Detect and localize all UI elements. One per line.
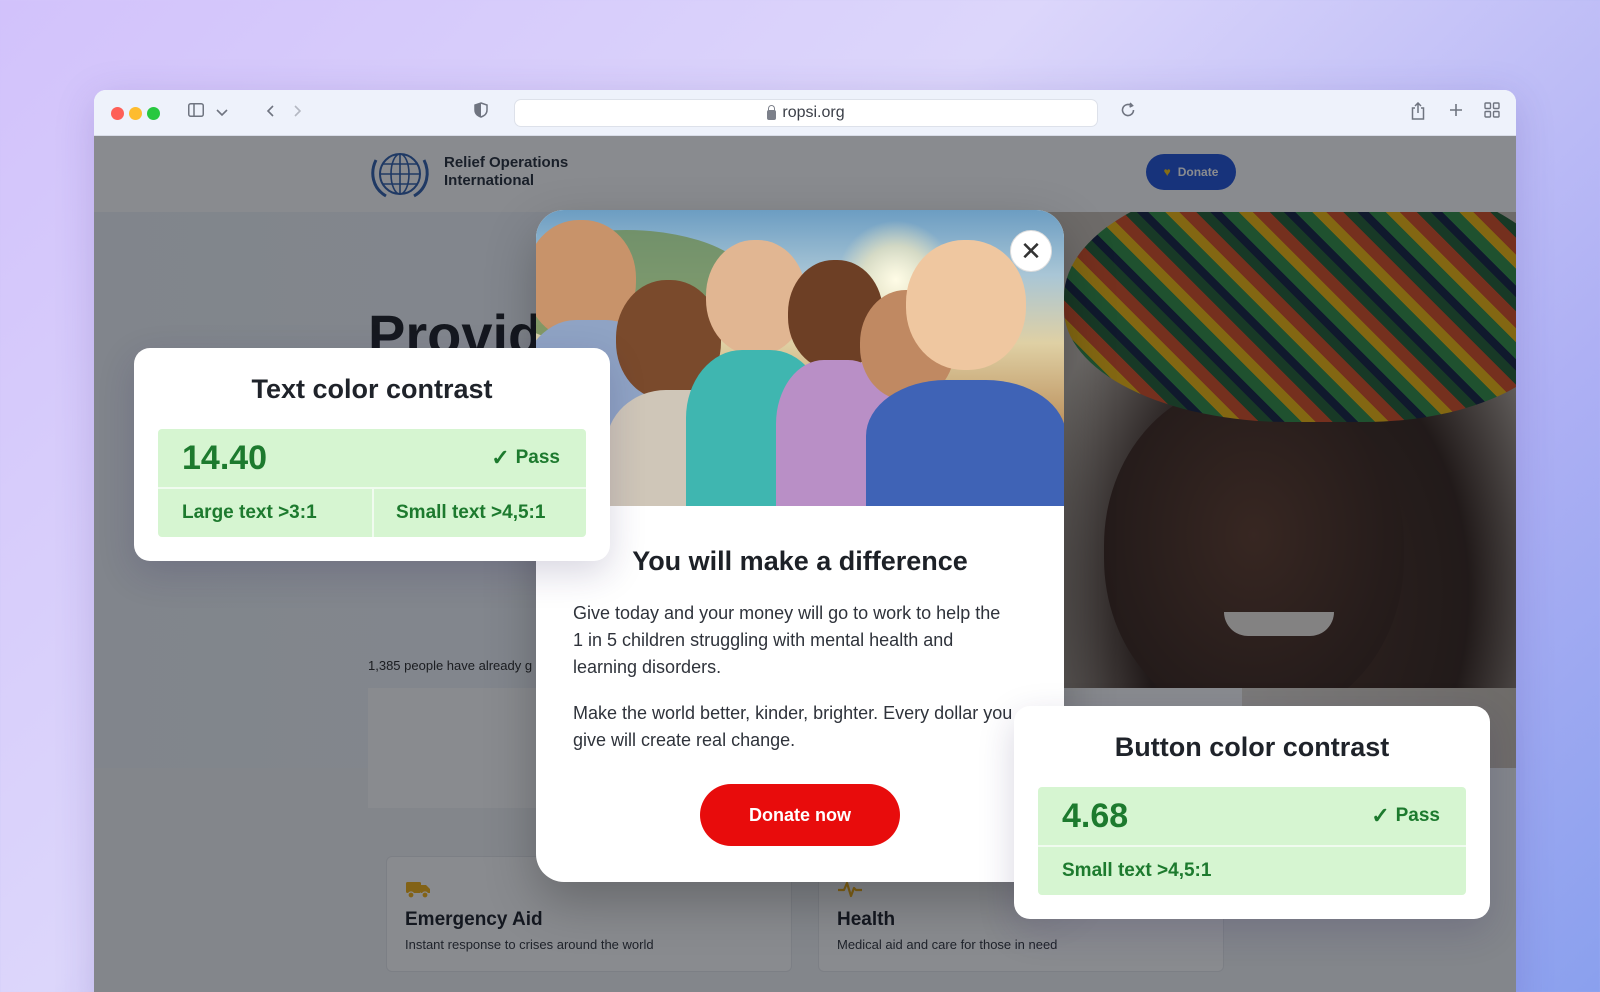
privacy-shield-icon[interactable]: [472, 102, 490, 125]
pass-status: ✓ Pass: [491, 445, 560, 471]
new-tab-icon[interactable]: [1446, 102, 1466, 124]
donate-now-button[interactable]: Donate now: [700, 784, 900, 846]
text-contrast-card: Text color contrast 14.40 ✓ Pass Large t…: [134, 348, 610, 561]
close-icon: ✕: [1020, 236, 1042, 266]
close-modal-button[interactable]: ✕: [1010, 230, 1052, 272]
contrast-ratio: 4.68: [1062, 796, 1129, 835]
reload-icon[interactable]: [1118, 102, 1138, 125]
url-text: ropsi.org: [782, 104, 845, 121]
back-icon[interactable]: [262, 102, 278, 124]
small-text-criterion: Small text >4,5:1: [1062, 860, 1212, 881]
address-bar[interactable]: ropsi.org: [514, 99, 1098, 127]
donate-now-label: Donate now: [749, 804, 851, 825]
checkmark-icon: ✓: [1371, 803, 1390, 828]
share-icon[interactable]: [1408, 101, 1428, 127]
zoom-window-button[interactable]: [147, 107, 160, 120]
button-contrast-result: 4.68 ✓ Pass Small text >4,5:1: [1038, 787, 1466, 895]
button-contrast-card: Button color contrast 4.68 ✓ Pass Small …: [1014, 706, 1490, 919]
browser-toolbar: ropsi.org: [94, 90, 1516, 136]
minimize-window-button[interactable]: [129, 107, 142, 120]
contrast-ratio: 14.40: [182, 438, 268, 477]
checkmark-icon: ✓: [491, 445, 510, 470]
large-text-criterion: Large text >3:1: [182, 502, 317, 523]
text-contrast-result: 14.40 ✓ Pass Large text >3:1 Small text …: [158, 429, 586, 537]
chevron-down-icon[interactable]: [214, 102, 230, 124]
children-photo: [536, 210, 1064, 506]
modal-paragraph-1: Give today and your money will go to wor…: [573, 603, 1001, 677]
pass-status: ✓ Pass: [1371, 803, 1440, 829]
modal-title: You will make a difference: [632, 546, 968, 576]
pass-label: Pass: [1395, 805, 1440, 826]
sidebar-toggle-icon[interactable]: [186, 102, 206, 124]
forward-icon[interactable]: [290, 102, 306, 124]
pass-label: Pass: [515, 447, 560, 468]
button-contrast-title: Button color contrast: [1114, 732, 1390, 762]
close-window-button[interactable]: [111, 107, 124, 120]
small-text-criterion: Small text >4,5:1: [372, 489, 586, 537]
lock-icon: [767, 104, 777, 120]
tab-overview-icon[interactable]: [1482, 102, 1502, 125]
text-contrast-title: Text color contrast: [251, 374, 493, 404]
donation-modal: ✕ You will make a difference Give today …: [536, 210, 1064, 882]
modal-paragraph-2: Make the world better, kinder, brighter.…: [573, 703, 1013, 750]
